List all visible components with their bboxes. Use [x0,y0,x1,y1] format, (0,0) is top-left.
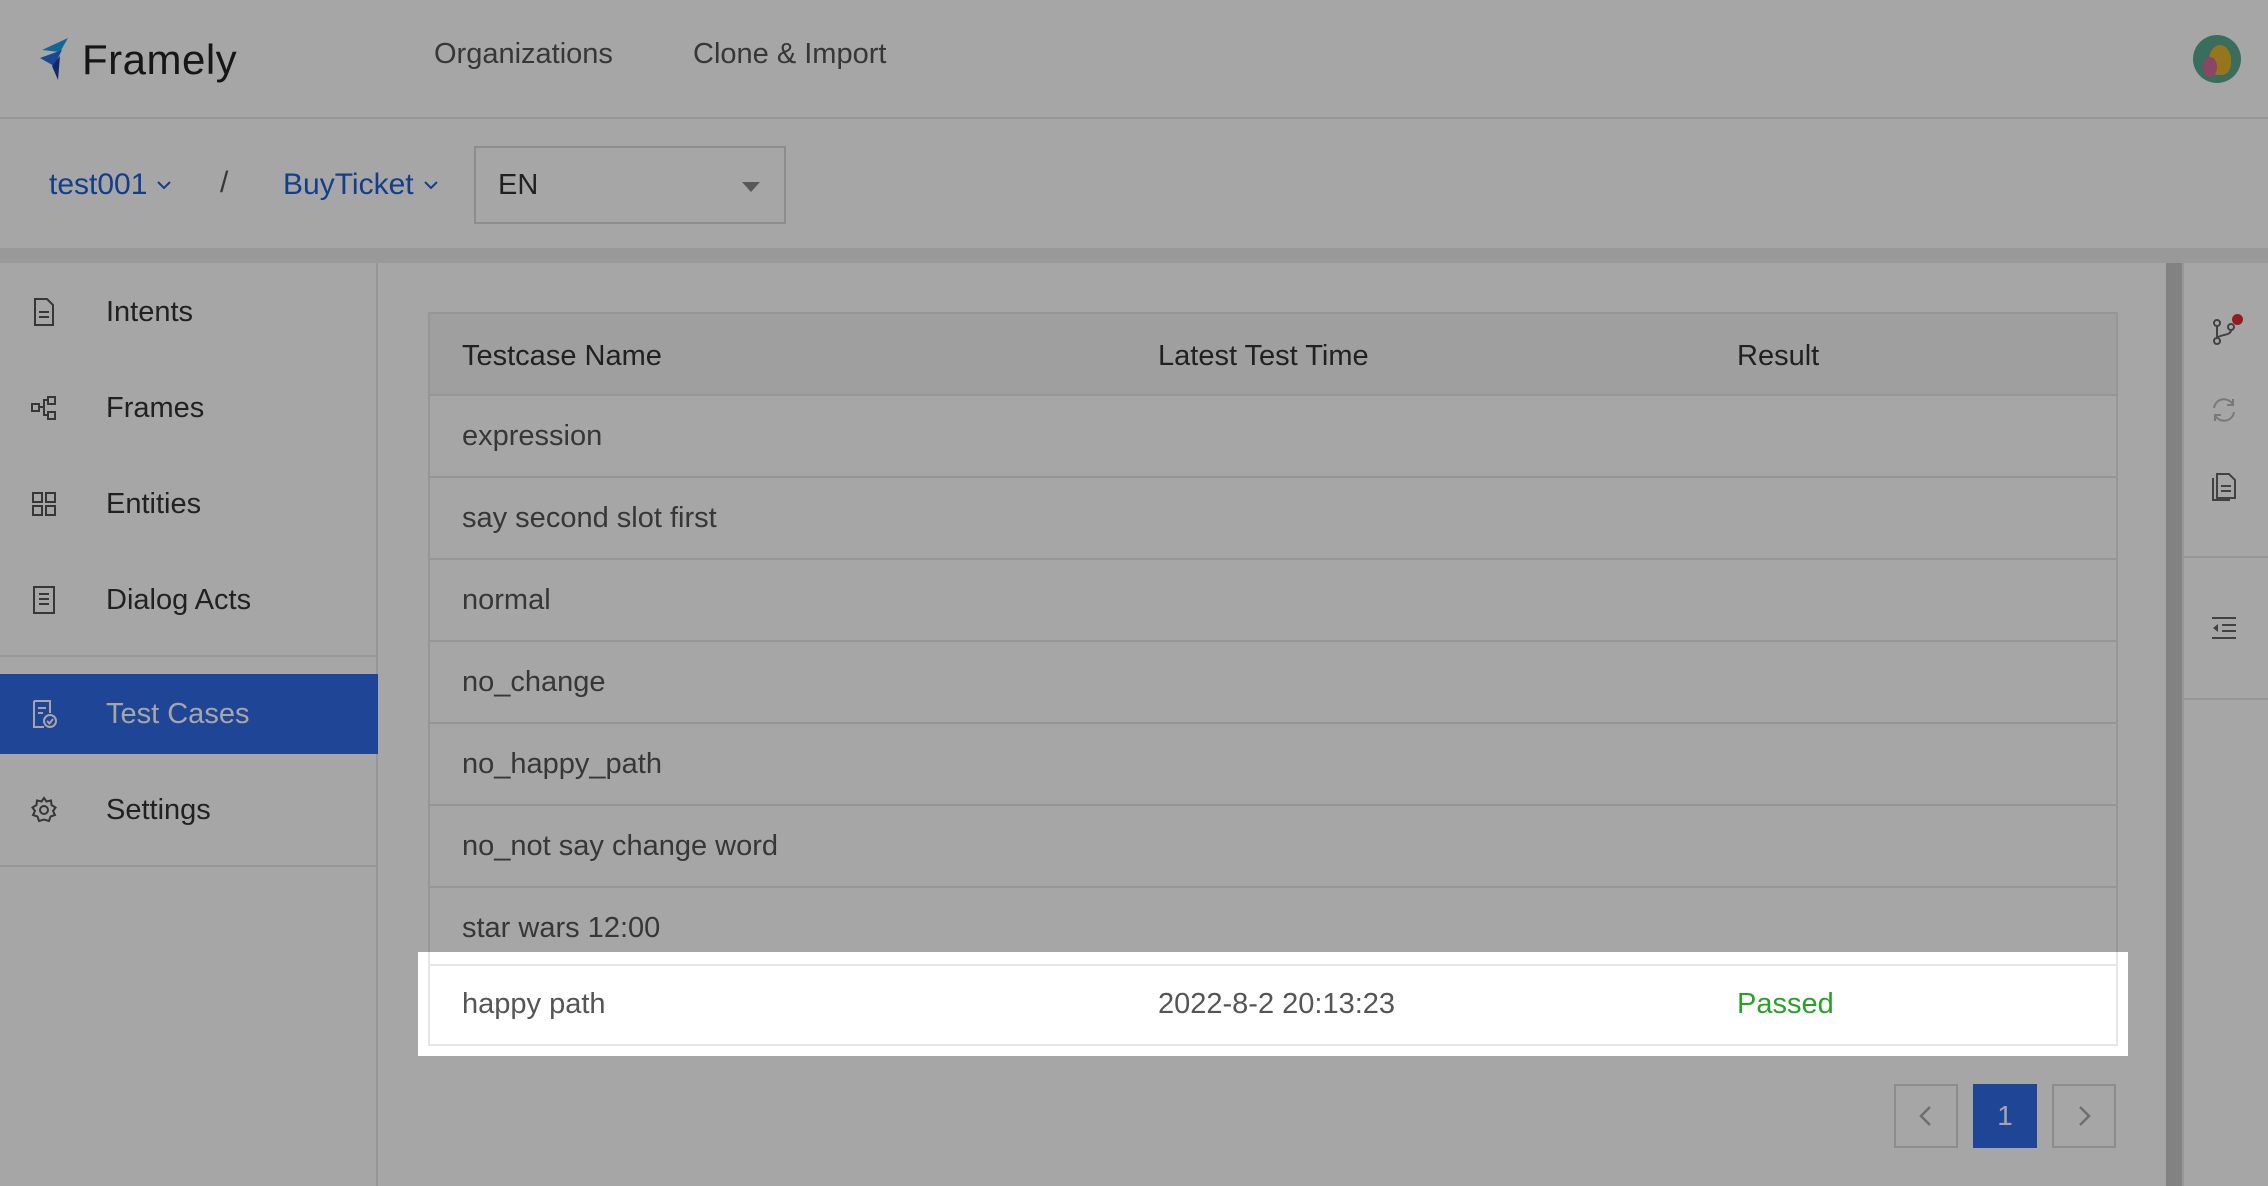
testcase-result: Passed [1737,988,1834,1020]
breadcrumb-project[interactable]: BuyTicket [283,168,438,202]
sidebar-item-label: Frames [106,391,205,424]
pagination-next[interactable] [2052,1084,2116,1148]
framely-logo-icon [40,38,68,80]
testcase-name: no_change [462,666,606,698]
sidebar: Intents Frames Entities Dialog Acts Test… [0,263,378,1186]
document-icon [34,298,54,326]
pagination-prev[interactable] [1894,1084,1958,1148]
sidebar-item-settings[interactable]: Settings [0,770,378,850]
testcase-name: expression [462,420,603,452]
testcase-name: star wars 12:00 [462,912,661,944]
brand-name: Framely [82,36,238,83]
testcase-name: normal [462,584,551,616]
testcase-time: 2022-8-2 20:13:23 [1158,988,1396,1020]
sidebar-item-entities[interactable]: Entities [0,464,378,544]
table-row[interactable]: expression [428,396,2118,478]
sidebar-item-label: Entities [106,487,202,520]
table-header: Testcase Name Latest Test Time Result [428,312,2118,396]
table-row[interactable]: normal [428,560,2118,642]
brand-logo[interactable]: Framely [38,30,237,90]
sidebar-item-test-cases[interactable]: Test Cases [0,674,378,754]
table-row[interactable]: no_happy_path [428,724,2118,806]
table-row[interactable]: star wars 12:00 [428,888,2118,970]
notification-dot [2232,314,2243,325]
chevron-left-icon [1919,1106,1931,1126]
sidebar-item-frames[interactable]: Frames [0,368,378,448]
top-navbar: Framely Organizations Clone & Import [0,0,2268,119]
chevron-down-icon [157,181,172,190]
table-row[interactable]: no_change [428,642,2118,724]
vertical-scrollbar[interactable] [2166,263,2182,1186]
sidebar-item-label: Settings [106,793,211,826]
table-row[interactable]: no_not say change word [428,806,2118,888]
column-header-name[interactable]: Testcase Name [462,340,662,373]
test-doc-icon [33,700,57,728]
grid-icon [32,492,56,516]
table-row-highlighted[interactable]: happy path 2022-8-2 20:13:23 Passed [428,964,2118,1046]
sidebar-item-label: Intents [106,295,194,328]
testcase-name: no_happy_path [462,748,662,780]
sidebar-divider [0,655,378,657]
flow-icon [31,396,56,420]
caret-down-icon [742,182,760,192]
breadcrumb-separator: / [220,166,229,199]
gear-icon [31,796,57,823]
column-header-result[interactable]: Result [1737,340,1819,373]
refresh-icon[interactable] [2208,394,2240,426]
app-window: Framely Organizations Clone & Import tes… [0,0,2268,1186]
testcase-name: no_not say change word [462,830,778,862]
testcase-name: happy path [462,988,606,1020]
indent-icon[interactable] [2208,612,2240,644]
column-header-time[interactable]: Latest Test Time [1158,340,1369,373]
chevron-right-icon [2079,1106,2091,1126]
copy-doc-icon[interactable] [2208,470,2240,502]
nav-organizations[interactable]: Organizations [434,38,613,71]
list-doc-icon [33,586,55,614]
sidebar-item-intents[interactable]: Intents [0,272,378,352]
pagination-page-1[interactable]: 1 [1973,1084,2037,1148]
nav-clone-import[interactable]: Clone & Import [693,38,886,71]
section-divider [0,248,2268,263]
table-row[interactable]: say second slot first [428,478,2118,560]
language-select[interactable]: EN [474,146,786,224]
right-toolbar-divider [2182,556,2268,558]
right-toolbar-divider [2182,698,2268,700]
language-select-value: EN [498,169,539,201]
sidebar-item-label: Dialog Acts [106,583,252,616]
breadcrumb-org-label: test001 [49,168,148,201]
sidebar-item-label: Test Cases [106,697,250,730]
testcase-name: say second slot first [462,502,717,534]
avatar[interactable] [2193,35,2241,83]
breadcrumb-org[interactable]: test001 [49,168,172,202]
sidebar-divider [0,865,378,867]
sidebar-item-dialog-acts[interactable]: Dialog Acts [0,560,378,640]
chevron-down-icon [423,181,438,190]
breadcrumb-project-label: BuyTicket [283,168,414,201]
